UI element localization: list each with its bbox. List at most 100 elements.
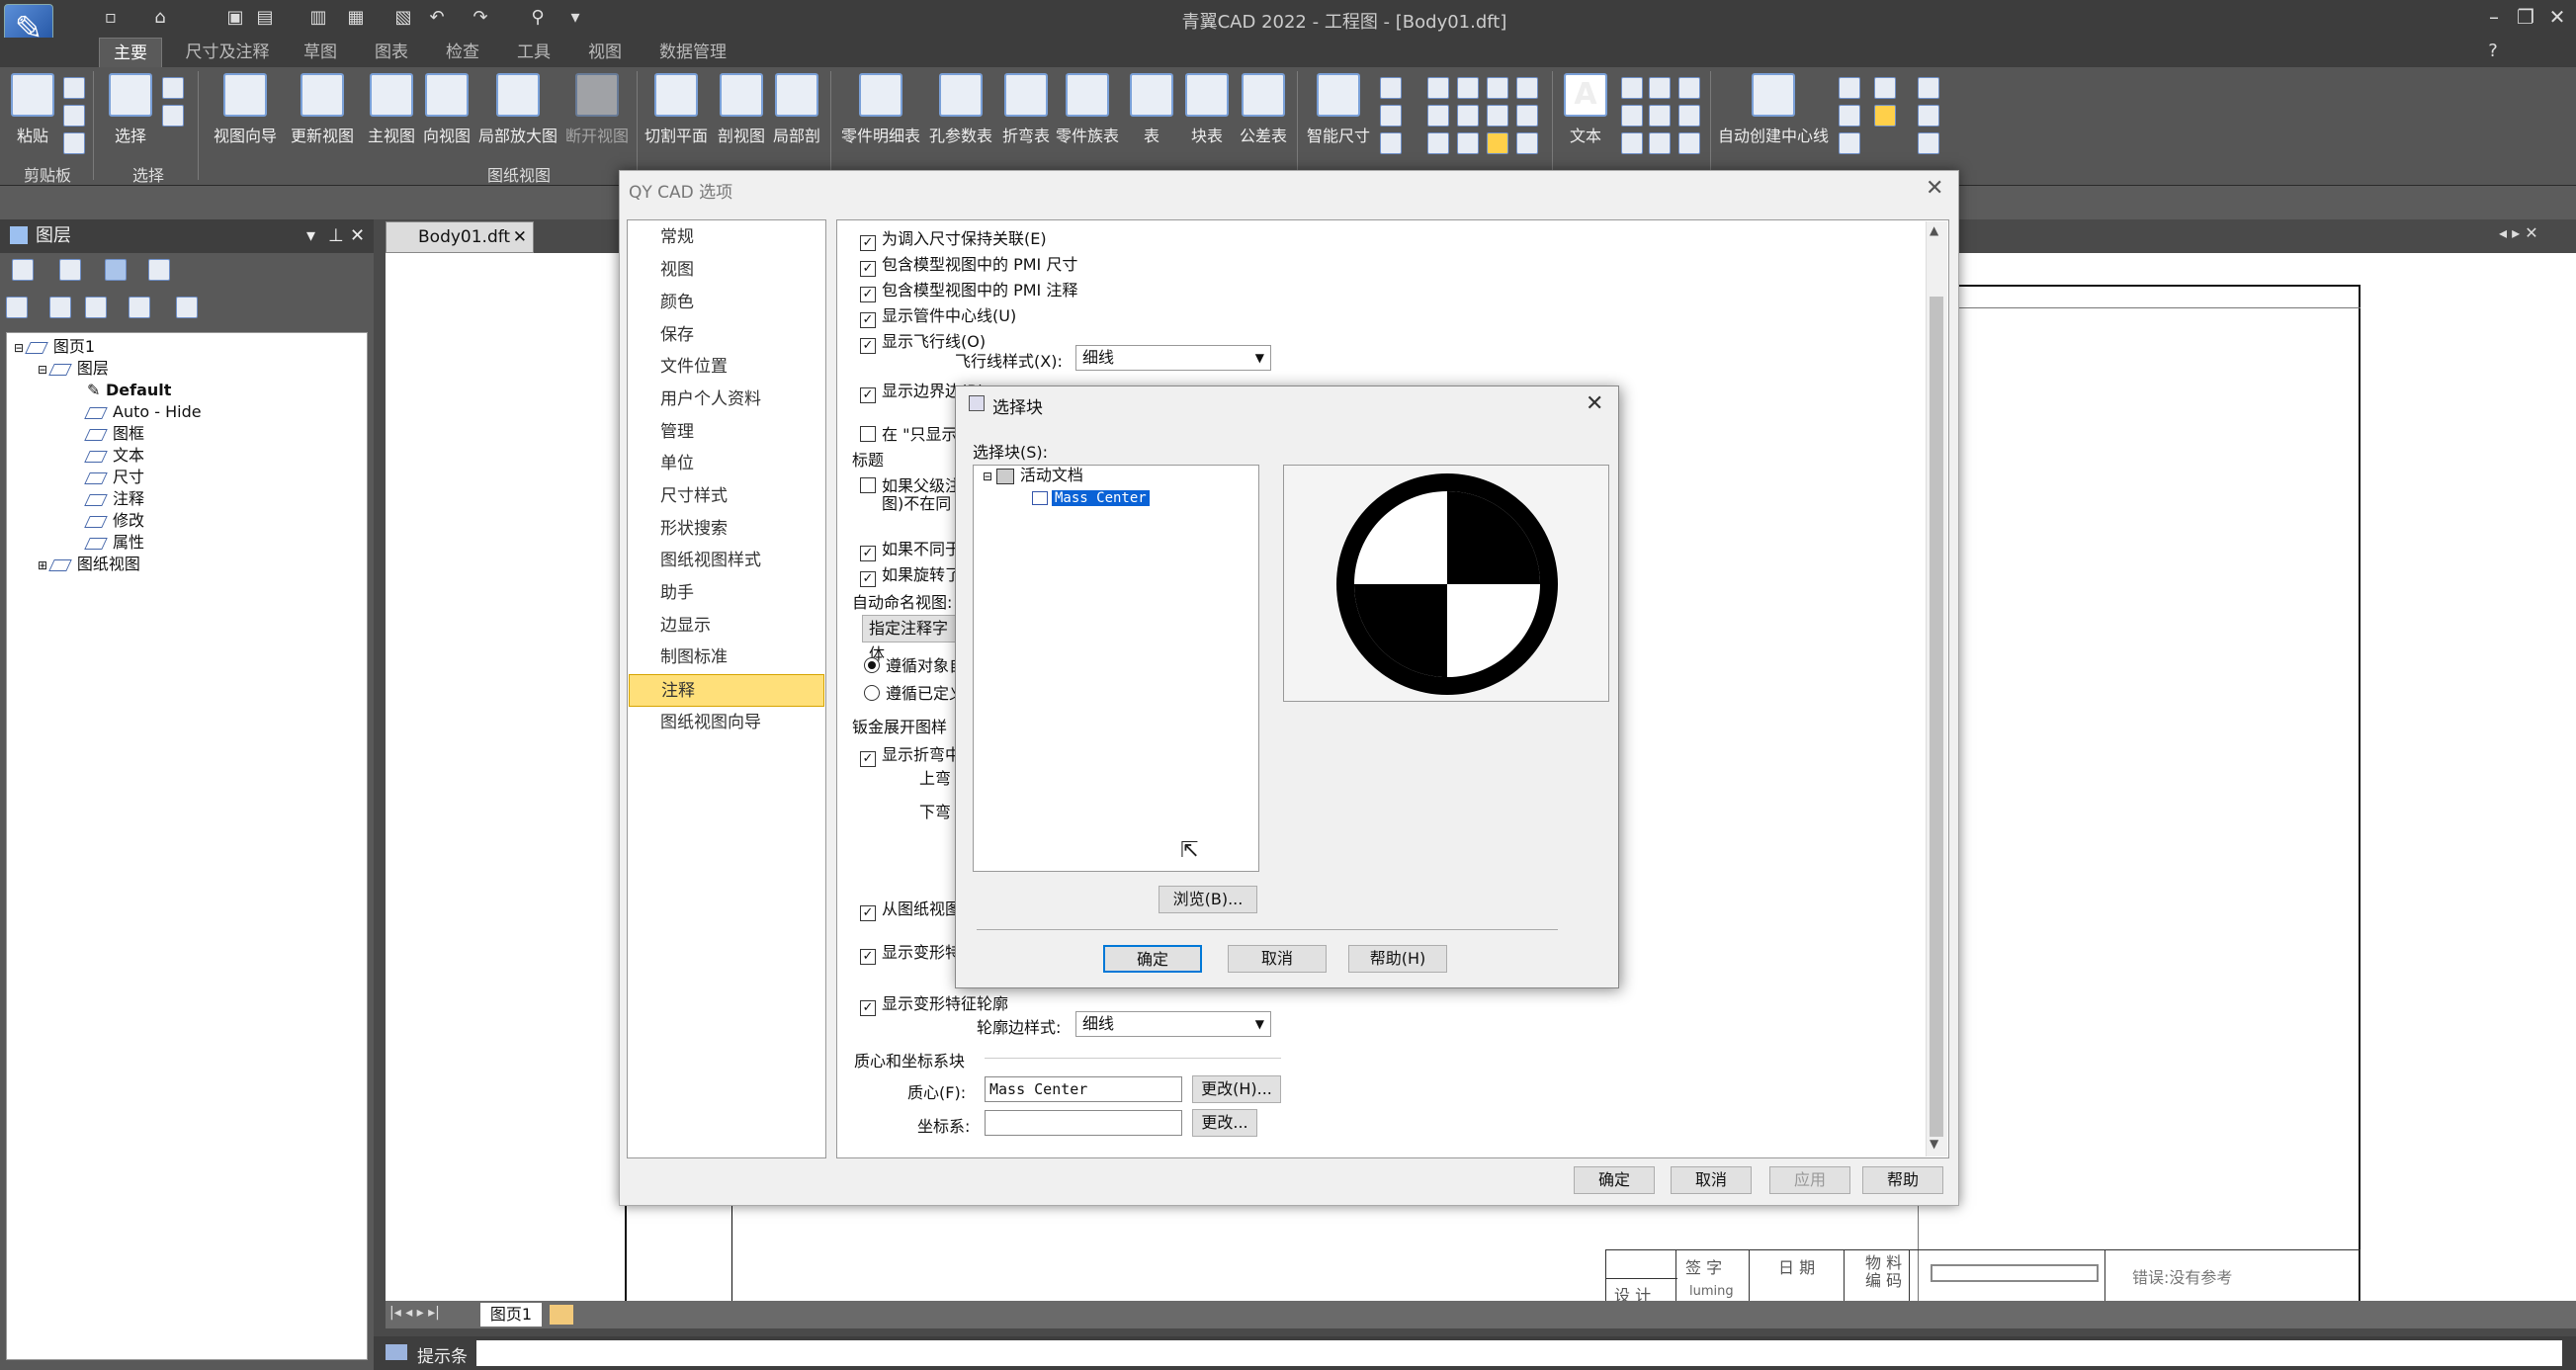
dimension-tool-icon[interactable] [1516,105,1538,127]
broken-out-section-button[interactable]: 局部剖 [769,73,824,146]
centerline-tool-icon[interactable] [1874,105,1896,127]
if-different-checkbox[interactable]: ✓ 如果不同于 [860,536,961,561]
dimension-tool-icon[interactable] [1457,105,1479,127]
annotation-tool-icon[interactable] [1678,105,1700,127]
tab-close-icon[interactable]: ✕ [513,222,527,252]
save-icon[interactable]: ▣ [223,6,247,30]
dimension-tool-icon[interactable] [1457,132,1479,154]
dimension-tool-icon[interactable] [1516,77,1538,99]
centerline-tool-icon[interactable] [1839,77,1860,99]
centerline-tool-icon[interactable] [1874,77,1896,99]
options-cancel-button[interactable]: 取消 [1671,1166,1752,1194]
layer-tab-icon[interactable] [105,259,127,281]
panel-close-icon[interactable]: ✕ [350,219,365,253]
restore-icon[interactable]: ❐ [2511,4,2540,30]
page-tab[interactable]: 图页1 [480,1303,542,1327]
show-bend-checkbox[interactable]: ✓ 显示折弯中 [860,741,961,767]
follow-defined-radio[interactable]: 遵循已定义 [864,680,965,704]
nav-item-helper[interactable]: 助手 [629,577,824,610]
minimize-icon[interactable]: – [2479,4,2509,30]
change-coord-button[interactable]: 更改... [1192,1109,1257,1137]
dimension-tool-icon[interactable] [1380,105,1402,127]
table-button[interactable]: 表 [1127,73,1176,146]
tab-main[interactable]: 主要 [99,38,162,67]
layer-action-icon[interactable] [49,297,71,318]
nav-item-drawing-view-wizard[interactable]: 图纸视图向导 [629,707,824,739]
model-tool-icon[interactable] [1918,132,1939,154]
nav-item-admin[interactable]: 管理 [629,416,824,449]
layer-item[interactable]: 尺寸 [84,467,144,488]
centerline-tool-icon[interactable] [1839,105,1860,127]
annotation-tool-icon[interactable] [1678,132,1700,154]
auxiliary-view-button[interactable]: 向视图 [419,73,474,146]
print-icon[interactable]: ▥ [306,6,330,30]
annotation-tool-icon[interactable] [1649,105,1671,127]
keep-link-checkbox[interactable]: ✓ 为调入尺寸保持关联(E) [860,225,1047,251]
annotation-tool-icon[interactable] [1649,132,1671,154]
dimension-tool-icon[interactable] [1487,105,1508,127]
options-apply-button[interactable]: 应用 [1769,1166,1850,1194]
nav-item-edge-display[interactable]: 边显示 [629,610,824,642]
paste-button[interactable]: 粘贴 [8,73,57,146]
help-icon[interactable]: ? [2481,40,2505,63]
nav-item-dimension-style[interactable]: 尺寸样式 [629,480,824,513]
nav-item-shape-search[interactable]: 形状搜索 [629,513,824,546]
model-tool-icon[interactable] [1918,77,1939,99]
redo-icon[interactable]: ↷ [469,6,492,30]
model-tool-icon[interactable] [1918,105,1939,127]
layer-action-icon[interactable] [85,297,107,318]
quick-tool-icon[interactable]: ⚲ [526,6,550,30]
new-icon[interactable]: ▫ [99,6,123,30]
block-help-button[interactable]: 帮助(H) [1348,945,1447,973]
pin-icon[interactable]: ⊥ [328,219,344,253]
flyline-style-select[interactable]: 细线 ▼ [1075,345,1271,371]
block-tree-root[interactable]: ⊟ 活动文档 [983,465,1083,486]
select-filter-icon[interactable] [162,77,184,99]
annotation-tool-icon[interactable] [1621,77,1643,99]
doc-nav-icon[interactable]: ◂ ▸ ✕ [2499,223,2538,242]
dimension-tool-icon[interactable] [1427,132,1449,154]
page-nav-icon[interactable]: |◂ ◂ ▸ ▸| [389,1305,440,1321]
tab-data-management[interactable]: 数据管理 [648,38,737,67]
browse-button[interactable]: 浏览(B)... [1159,886,1257,913]
layer-help-icon[interactable] [148,259,170,281]
pmi-note-checkbox[interactable]: ✓ 包含模型视图中的 PMI 注释 [860,277,1077,302]
section-view-button[interactable]: 剖视图 [714,73,769,146]
detail-view-button[interactable]: 局部放大图 [476,73,559,146]
update-views-button[interactable]: 更新视图 [285,73,360,146]
follow-object-radio[interactable]: 遵循对象自 [864,652,965,676]
options-help-button[interactable]: 帮助 [1862,1166,1943,1194]
bend-table-button[interactable]: 折弯表 [998,73,1054,146]
open-icon[interactable]: ⌂ [148,6,172,30]
customize-qat-icon[interactable]: ▾ [563,6,587,30]
nav-item-annotation[interactable]: 注释 [629,674,824,707]
clipboard-icon[interactable]: ▧ [391,6,415,30]
only-show-checkbox[interactable]: 在 "只显示 [860,421,957,445]
options-close-icon[interactable]: ✕ [1926,176,1943,201]
dimension-tool-icon[interactable] [1457,77,1479,99]
annotation-tool-icon[interactable] [1678,77,1700,99]
document-tab[interactable]: Body01.dft ✕ [386,221,534,253]
nav-item-user-profile[interactable]: 用户个人资料 [629,384,824,416]
options-ok-button[interactable]: 确定 [1574,1166,1655,1194]
layer-item[interactable]: 注释 [84,488,144,510]
cutting-plane-button[interactable]: 切割平面 [641,73,712,146]
show-deform-checkbox[interactable]: ✓ 显示变形特 [860,939,961,965]
dimension-tool-icon[interactable] [1487,132,1508,154]
tube-centerline-checkbox[interactable]: ✓ 显示管件中心线(U) [860,302,1016,328]
mass-center-field[interactable]: Mass Center [985,1076,1182,1102]
auto-centerline-button[interactable]: 自动创建中心线 [1716,73,1831,146]
from-drawing-view-checkbox[interactable]: ✓ 从图纸视图 [860,896,961,921]
format-painter-icon[interactable] [63,132,85,154]
annotation-tool-icon[interactable] [1621,132,1643,154]
tab-dimension[interactable]: 尺寸及注释 [178,38,277,67]
pmi-dimension-checkbox[interactable]: ✓ 包含模型视图中的 PMI 尺寸 [860,251,1077,277]
layer-tab-icon[interactable] [59,259,81,281]
layer-tab-icon[interactable] [12,259,34,281]
block-table-button[interactable]: 块表 [1182,73,1232,146]
layer-item[interactable]: ✎ Default [87,380,171,401]
layer-item[interactable]: Auto - Hide [84,401,202,423]
specify-font-button[interactable]: 指定注释字体 [862,615,961,663]
nav-item-drafting-standards[interactable]: 制图标准 [629,642,824,674]
block-tree-item[interactable]: Mass Center [1032,486,1150,508]
